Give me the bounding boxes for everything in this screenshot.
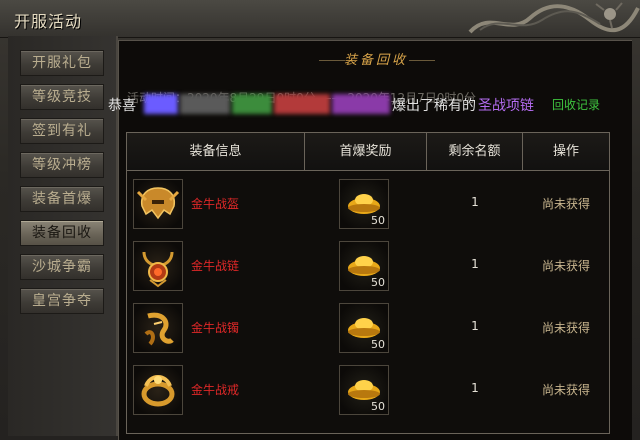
bracelet-icon[interactable] <box>133 303 183 353</box>
sidebar-item-level-race[interactable]: 等级竞技 <box>20 84 104 110</box>
sidebar-item-level-ranking[interactable]: 等级冲榜 <box>20 152 104 178</box>
table-header: 装备信息 首爆奖励 剩余名额 操作 <box>127 133 609 171</box>
gold-ingot-icon[interactable]: 50 <box>339 179 389 229</box>
necklace-icon[interactable] <box>133 241 183 291</box>
sidebar-item-checkin-gift[interactable]: 签到有礼 <box>20 118 104 144</box>
reward-count: 50 <box>371 276 385 289</box>
announcement-middle: 爆出了稀有的 <box>392 98 476 114</box>
item-name: 金牛战镯 <box>191 321 240 335</box>
helmet-icon[interactable] <box>133 179 183 229</box>
title-divider-right <box>409 60 435 61</box>
table-row: 金牛战镯 50 1 尚未获得 <box>127 297 609 359</box>
remaining-slots: 1 <box>471 319 479 333</box>
status-text: 尚未获得 <box>541 321 590 335</box>
sidebar-item-equipment-recycle[interactable]: 装备回收 <box>20 220 104 246</box>
recycle-table: 装备信息 首爆奖励 剩余名额 操作 金牛战盔 50 1 尚未获得 金牛战链 50… <box>126 132 610 434</box>
remaining-slots: 1 <box>471 195 479 209</box>
sidebar-item-first-drop[interactable]: 装备首爆 <box>20 186 104 212</box>
reward-count: 50 <box>371 214 385 227</box>
dragon-ornament-icon <box>468 2 640 34</box>
title-bar: 开服活动 <box>0 0 640 38</box>
table-row: 金牛战盔 50 1 尚未获得 <box>127 173 609 235</box>
reward-count: 50 <box>371 338 385 351</box>
sidebar-item-opening-gift[interactable]: 开服礼包 <box>20 50 104 76</box>
header-first-drop-reward: 首爆奖励 <box>305 133 427 171</box>
reward-count: 50 <box>371 400 385 413</box>
status-text: 尚未获得 <box>541 383 590 397</box>
remaining-slots: 1 <box>471 381 479 395</box>
gold-ingot-icon[interactable]: 50 <box>339 303 389 353</box>
header-action: 操作 <box>552 144 579 159</box>
item-name: 金牛战盔 <box>191 197 240 211</box>
status-text: 尚未获得 <box>541 197 590 211</box>
recycle-record-link[interactable]: 回收记录 <box>552 96 600 113</box>
gold-ingot-icon[interactable]: 50 <box>339 365 389 415</box>
announcement-banner: 恭喜 爆出了稀有的 圣战项链 <box>100 92 620 118</box>
censored-name-block <box>232 94 272 114</box>
ring-icon[interactable] <box>133 365 183 415</box>
censored-name-block <box>274 94 330 114</box>
sidebar-item-city-battle[interactable]: 沙城争霸 <box>20 254 104 280</box>
censored-name-block <box>180 94 230 114</box>
item-name: 金牛战戒 <box>191 383 240 397</box>
sidebar-item-palace-battle[interactable]: 皇宫争夺 <box>20 288 104 314</box>
announcement-prefix: 恭喜 <box>108 98 136 114</box>
censored-name-block <box>144 94 178 114</box>
remaining-slots: 1 <box>471 257 479 271</box>
censored-name-block <box>332 94 390 114</box>
header-equipment-info: 装备信息 <box>127 133 305 171</box>
table-row: 金牛战链 50 1 尚未获得 <box>127 235 609 297</box>
announcement-item: 圣战项链 <box>478 98 534 114</box>
status-text: 尚未获得 <box>541 259 590 273</box>
header-remaining-slots: 剩余名额 <box>427 133 523 171</box>
gold-ingot-icon[interactable]: 50 <box>339 241 389 291</box>
item-name: 金牛战链 <box>191 259 240 273</box>
window-title: 开服活动 <box>14 12 83 31</box>
page-title: 装备回收 <box>343 53 408 68</box>
table-row: 金牛战戒 50 1 尚未获得 <box>127 359 609 421</box>
